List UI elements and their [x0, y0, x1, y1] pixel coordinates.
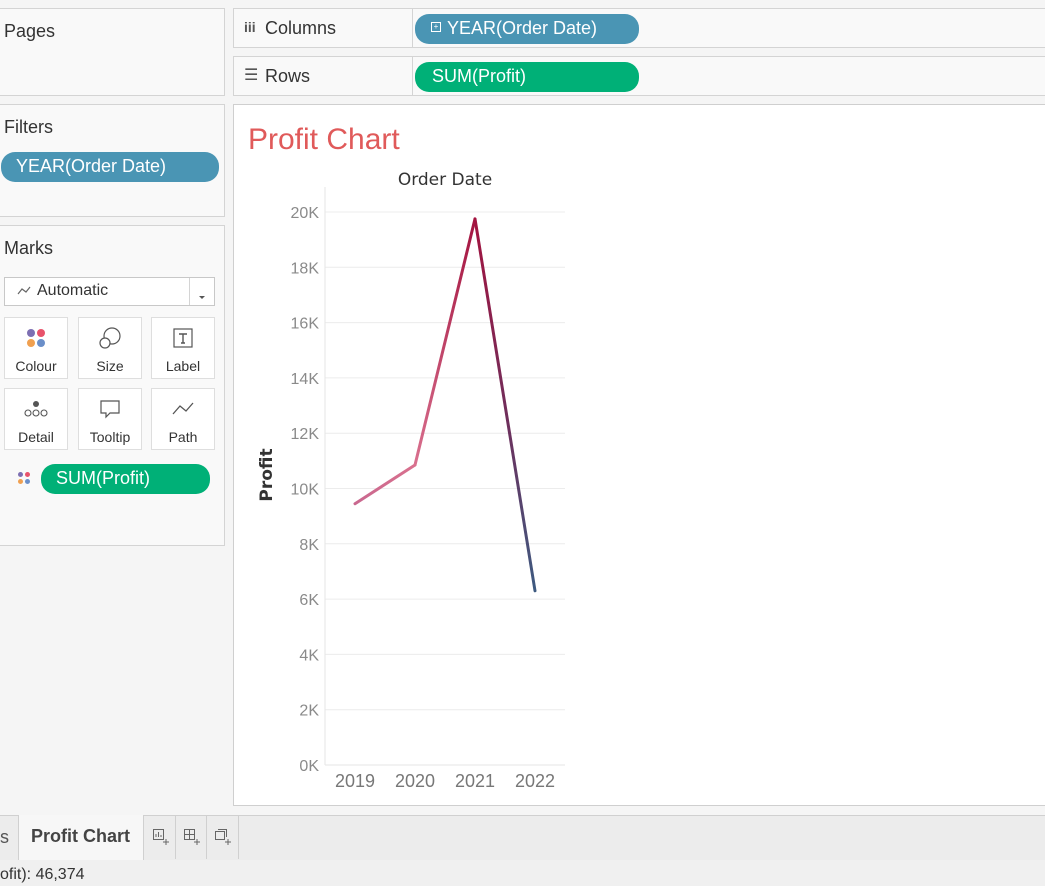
- y-tick-label: 20K: [291, 205, 320, 222]
- y-tick-label: 14K: [291, 371, 320, 388]
- columns-label: Columns: [265, 18, 337, 38]
- line-segment: [473, 217, 537, 593]
- tab-profit-chart-label: Profit Chart: [31, 826, 130, 846]
- y-tick-label: 18K: [291, 260, 320, 277]
- tooltip-card[interactable]: Tooltip: [78, 388, 142, 450]
- y-tick-label: 10K: [291, 482, 320, 499]
- y-tick-label: 8K: [299, 537, 319, 554]
- new-worksheet-button[interactable]: [146, 816, 176, 859]
- new-dashboard-button[interactable]: [177, 816, 207, 859]
- marks-title: Marks: [4, 238, 53, 258]
- y-tick-label: 0K: [299, 758, 319, 775]
- rows-shelf[interactable]: ☰ Rows SUM(Profit): [233, 56, 1045, 96]
- x-tick-label: 2019: [335, 771, 375, 791]
- size-card[interactable]: Size: [78, 317, 142, 379]
- rows-pill-label: SUM(Profit): [432, 66, 526, 86]
- line-segment: [413, 217, 477, 467]
- line-mark-icon: [17, 284, 31, 302]
- path-card-label: Path: [168, 429, 198, 445]
- x-axis-header: Order Date: [398, 170, 492, 190]
- pages-panel: Pages: [0, 8, 225, 96]
- filters-title: Filters: [4, 117, 53, 137]
- columns-shelf[interactable]: iii Columns + YEAR(Order Date): [233, 8, 1045, 48]
- colour-encoding-icon: [17, 471, 31, 490]
- dropdown-divider: [189, 278, 190, 305]
- colour-card-label: Colour: [15, 358, 57, 374]
- tab-profit-chart[interactable]: Profit Chart: [18, 815, 144, 860]
- columns-pill-label: YEAR(Order Date): [447, 18, 598, 38]
- label-card[interactable]: Label: [151, 317, 215, 379]
- x-tick-label: 2020: [395, 771, 435, 791]
- y-tick-label: 4K: [299, 647, 319, 664]
- shelf-divider: [412, 57, 413, 95]
- worksheet-canvas: Profit Chart 0K 2K 4K 6K 8K 10K 12K 14K 16K 18K 20…: [233, 104, 1045, 806]
- label-card-label: Label: [165, 358, 201, 374]
- y-tick-label: 2K: [299, 703, 319, 720]
- new-story-icon: [215, 829, 231, 845]
- sheet-tab-bar: s Profit Chart: [0, 815, 1045, 860]
- new-story-button[interactable]: [208, 816, 239, 859]
- marks-panel: Marks Automatic Colour Size Label Detail…: [0, 225, 225, 546]
- y-tick-label: 6K: [299, 592, 319, 609]
- colour-pill-label: SUM(Profit): [56, 468, 150, 488]
- shelf-divider: [412, 9, 413, 47]
- y-tick-label: 16K: [291, 316, 320, 333]
- label-icon: [152, 324, 214, 352]
- y-tick-label: 12K: [291, 426, 320, 443]
- colour-pill-sum-profit[interactable]: SUM(Profit): [41, 464, 210, 494]
- filters-panel: Filters YEAR(Order Date): [0, 104, 225, 217]
- rows-pill-sum-profit[interactable]: SUM(Profit): [415, 62, 639, 92]
- status-bar: ofit): 46,374: [0, 860, 1045, 886]
- mark-type-label: Automatic: [37, 282, 109, 299]
- pages-title: Pages: [4, 21, 56, 41]
- previous-tab[interactable]: s: [0, 827, 9, 848]
- size-icon: [79, 324, 141, 352]
- chevron-down-icon: [197, 288, 207, 306]
- new-worksheet-icon: [153, 829, 169, 845]
- profit-line-chart: 0K 2K 4K 6K 8K 10K 12K 14K 16K 18K 20K 2019 2020 2021…: [257, 170, 565, 791]
- path-card[interactable]: Path: [151, 388, 215, 450]
- rows-icon: ☰: [244, 67, 259, 84]
- new-dashboard-icon: [184, 829, 200, 845]
- mark-type-dropdown[interactable]: Automatic: [4, 277, 215, 306]
- filter-pill-label: YEAR(Order Date): [16, 156, 167, 176]
- status-text: ofit): 46,374: [0, 866, 85, 883]
- colour-card[interactable]: Colour: [4, 317, 68, 379]
- rows-label: Rows: [265, 66, 311, 86]
- filter-pill-year-order-date[interactable]: YEAR(Order Date): [1, 152, 219, 182]
- path-icon: [152, 395, 214, 423]
- y-axis-label: Profit: [257, 448, 277, 501]
- expand-icon: +: [431, 22, 441, 33]
- colour-icon: [5, 324, 67, 352]
- x-tick-label: 2021: [455, 771, 495, 791]
- detail-icon: [5, 395, 67, 423]
- columns-pill-year-order-date[interactable]: + YEAR(Order Date): [415, 14, 639, 44]
- x-tick-label: 2022: [515, 771, 555, 791]
- detail-card-label: Detail: [18, 429, 54, 445]
- tooltip-card-label: Tooltip: [89, 429, 131, 445]
- tooltip-icon: [79, 395, 141, 423]
- size-card-label: Size: [96, 358, 124, 374]
- detail-card[interactable]: Detail: [4, 388, 68, 450]
- columns-icon: iii: [244, 19, 256, 35]
- line-segment: [353, 463, 417, 506]
